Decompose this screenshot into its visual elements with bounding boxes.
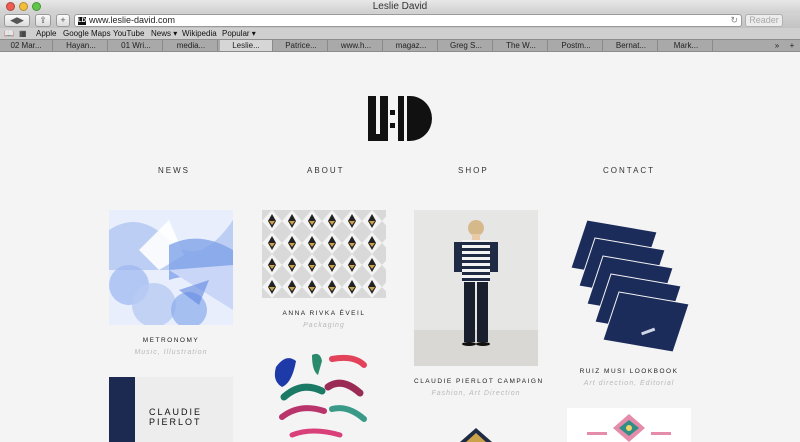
browser-tab[interactable]: 02 Mar... [0,40,53,51]
window-titlebar: Leslie David [0,0,800,13]
brush-strokes-thumbnail[interactable] [262,347,386,442]
forward-arrow-icon[interactable]: ▶ [17,15,24,25]
shop-item-thumbnail[interactable] [414,422,538,442]
browser-tab[interactable]: Mark... [660,40,713,51]
browser-tab[interactable]: Patrice... [275,40,328,51]
address-url[interactable]: www.leslie-david.com [89,15,175,26]
minimize-window-button[interactable] [19,2,28,11]
browser-tab[interactable]: The W... [495,40,548,51]
new-tab-plus-icon[interactable]: + [786,40,798,51]
browser-tab[interactable]: magaz... [385,40,438,51]
browser-toolbar: ◀▶ ⇪ + LD www.leslie-david.com ↻ Reader [0,13,800,28]
new-tab-button[interactable]: + [56,14,70,27]
project-title[interactable]: RUIZ MUSI LOOKBOOK [567,368,691,375]
book-title-line2: PIERLOT [149,417,202,427]
project-subtitle: Packaging [303,322,345,329]
address-bar[interactable]: LD www.leslie-david.com ↻ [74,14,742,27]
bookmark-item[interactable]: Popular ▾ [222,28,256,39]
close-window-button[interactable] [6,2,15,11]
site-favicon: LD [78,17,86,25]
bookmark-item[interactable]: YouTube [113,28,144,39]
bookmarks-bar: 📖 ▦ Apple Google Maps YouTube News ▾ Wik… [0,28,800,39]
project-subtitle: Fashion, Art Direction [431,390,521,397]
metronomy-thumbnail[interactable] [109,210,233,325]
claudie-pierlot-campaign-thumbnail[interactable] [414,210,538,366]
browser-tab[interactable]: www.h... [330,40,383,51]
reload-icon[interactable]: ↻ [730,15,738,26]
project-subtitle: Art direction, Editorial [583,380,675,387]
share-icon: ⇪ [39,15,47,25]
browser-tab-active[interactable]: Leslie... [220,40,273,51]
browser-tab[interactable]: Postm... [550,40,603,51]
bookmark-item[interactable]: Wikipedia [182,28,217,39]
bookmark-item[interactable]: News ▾ [151,28,177,39]
browser-tab[interactable]: 01 Wri... [110,40,163,51]
browser-tab[interactable]: media... [165,40,218,51]
page-content: NEWS ABOUT SHOP CONTACT METRONOMY Music,… [0,52,800,442]
project-title[interactable]: METRONOMY [109,337,233,344]
top-sites-icon[interactable]: ▦ [19,28,27,39]
bookmark-item[interactable]: Apple [36,28,56,39]
bookmark-item[interactable]: Google Maps [63,28,111,39]
window-title: Leslie David [372,1,428,12]
book-title-line1: CLAUDIE [149,407,203,417]
nav-contact[interactable]: CONTACT [603,166,655,175]
claudie-pierlot-book-thumbnail[interactable]: CLAUDIE PIERLOT [109,377,233,442]
reading-list-icon[interactable]: 📖 [4,28,14,39]
leslie-david-logo[interactable] [368,96,432,141]
share-button[interactable]: ⇪ [35,14,51,27]
tab-overflow-icon[interactable]: » [770,40,784,51]
project-title[interactable]: CLAUDIE PIERLOT CAMPAIGN [414,378,542,385]
zoom-window-button[interactable] [32,2,41,11]
anna-rivka-thumbnail[interactable] [262,210,386,298]
emblem-thumbnail[interactable] [567,408,691,442]
book-spine [109,377,135,442]
project-subtitle: Music, Illustration [134,349,208,356]
project-title[interactable]: ANNA RIVKA ÉVEIL [262,310,386,317]
browser-tab[interactable]: Hayan... [55,40,108,51]
browser-tab[interactable]: Bernat... [605,40,658,51]
nav-news[interactable]: NEWS [158,166,190,175]
back-arrow-icon[interactable]: ◀ [10,15,17,25]
plus-icon: + [60,15,66,25]
nav-shop[interactable]: SHOP [458,166,489,175]
back-forward-buttons[interactable]: ◀▶ [4,14,30,27]
nav-about[interactable]: ABOUT [307,166,345,175]
reader-button[interactable]: Reader [745,14,783,27]
tab-bar: 02 Mar... Hayan... 01 Wri... media... Le… [0,39,800,52]
browser-tab[interactable]: Greg S... [440,40,493,51]
ruiz-musi-lookbook-thumbnail[interactable] [567,210,691,360]
